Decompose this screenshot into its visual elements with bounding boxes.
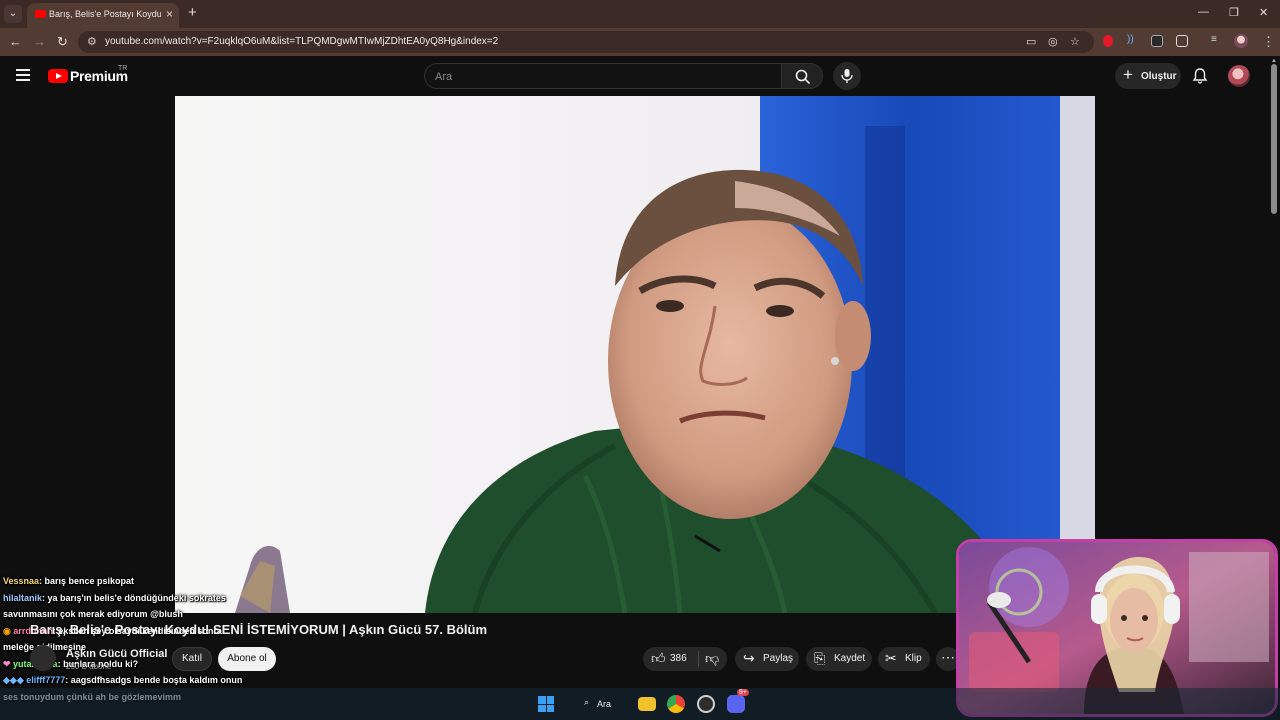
join-button[interactable]: Katıl xyxy=(172,647,212,671)
chat-username: elifff7777 xyxy=(26,675,66,685)
chrome-icon[interactable] xyxy=(667,695,685,713)
channel-avatar[interactable] xyxy=(30,645,56,671)
create-button[interactable]: + Oluştur xyxy=(1115,63,1181,89)
video-title: Barış, Belis'e Postayı Koydu! SENİ İSTEM… xyxy=(30,622,488,637)
save-button[interactable]: ⎘ Kaydet xyxy=(806,647,872,671)
notifications-bell-icon[interactable] xyxy=(1192,67,1208,85)
region-code: TR xyxy=(118,65,128,72)
sub-badge-icon: ◆◆◆ xyxy=(3,675,27,685)
scissors-icon: ✂ xyxy=(885,650,897,666)
share-button[interactable]: ↪ Paylaş xyxy=(735,647,799,671)
reading-list-icon[interactable]: ≡ xyxy=(1211,34,1223,46)
browser-tab-strip: ⌄ Barış, Belis'e Postayı Koydu! SENİ × +… xyxy=(0,0,1280,28)
chat-text: : barış bence psikopat xyxy=(39,576,135,586)
discord-badge: 9+ xyxy=(737,689,749,696)
like-count[interactable]: 386 xyxy=(670,653,687,664)
browser-menu-icon[interactable]: ⋮ xyxy=(1262,34,1275,50)
youtube-logo-icon[interactable] xyxy=(48,69,68,83)
close-tab-icon[interactable]: × xyxy=(166,7,173,21)
taskbar-search-label: Ara xyxy=(597,699,612,709)
like-dislike-group: 👍︎ 386 👎︎ xyxy=(643,647,727,671)
url-text[interactable]: youtube.com/watch?v=F2uqklqO6uM&list=TLP… xyxy=(105,36,498,47)
save-label: Kaydet xyxy=(834,653,866,664)
chat-message: hilaltanik: ya barış'ın belis'e döndüğün… xyxy=(3,590,243,623)
search-icon: ⌕ xyxy=(584,697,590,707)
like-divider xyxy=(698,651,699,667)
chat-message: Vessnaa: barış bence psikopat xyxy=(3,573,243,590)
restore-icon[interactable]: ❐ xyxy=(1229,6,1239,19)
extension-square-icon[interactable] xyxy=(1151,35,1163,47)
forward-icon[interactable]: → xyxy=(33,34,46,49)
more-horizontal-icon: ⋯ xyxy=(941,649,955,665)
start-button-windows-icon[interactable] xyxy=(538,696,554,712)
account-avatar[interactable] xyxy=(1228,65,1250,87)
badge-icon: ◉ xyxy=(3,625,14,636)
search-icon xyxy=(795,69,811,85)
site-info-icon[interactable]: ⚙ xyxy=(87,35,97,48)
share-arrow-icon: ↪ xyxy=(743,650,755,666)
browser-tab[interactable]: Barış, Belis'e Postayı Koydu! SENİ × xyxy=(27,3,179,28)
plus-icon: + xyxy=(1123,65,1133,84)
tab-search-chevron-icon[interactable]: ⌄ xyxy=(4,5,22,23)
search-box[interactable] xyxy=(424,63,782,89)
browser-toolbar: ← → ↻ ⚙ youtube.com/watch?v=F2uqklqO6uM&… xyxy=(0,28,1280,56)
profile-avatar-icon[interactable] xyxy=(1234,34,1248,48)
bookmark-icon: ⎘ xyxy=(814,650,826,666)
heart-badge-icon: ❤ xyxy=(3,658,14,669)
share-label: Paylaş xyxy=(763,653,794,664)
discord-icon[interactable]: 9+ xyxy=(727,689,749,713)
voice-search-button[interactable] xyxy=(833,62,861,90)
file-explorer-icon[interactable] xyxy=(638,697,656,711)
address-bar[interactable]: ⚙ youtube.com/watch?v=F2uqklqO6uM&list=T… xyxy=(78,31,1094,53)
subscriber-count: 250 B abone xyxy=(66,662,112,671)
page-scrollbar[interactable] xyxy=(1271,64,1277,214)
subscribe-button[interactable]: Abone ol xyxy=(218,647,276,671)
extension-wave-icon[interactable]: )) xyxy=(1127,34,1139,46)
microphone-icon xyxy=(841,69,853,83)
reload-icon[interactable]: ↻ xyxy=(57,34,68,50)
clip-label: Klip xyxy=(905,653,922,664)
eye-off-icon[interactable]: ◎ xyxy=(1048,35,1058,48)
back-icon[interactable]: ← xyxy=(9,34,22,49)
video-player[interactable] xyxy=(175,96,1095,613)
extension-red-icon[interactable] xyxy=(1103,35,1113,47)
extensions-puzzle-icon[interactable] xyxy=(1176,35,1188,47)
chat-username: Vessnaa xyxy=(3,576,40,586)
browser-tab-title: Barış, Belis'e Postayı Koydu! SENİ xyxy=(49,9,161,19)
new-tab-icon[interactable]: + xyxy=(188,4,197,21)
chat-username: hilaltanik xyxy=(3,592,43,603)
youtube-favicon-icon xyxy=(35,10,46,18)
minimize-icon[interactable]: — xyxy=(1198,6,1209,18)
taskbar-search[interactable]: ⌕ Ara xyxy=(580,695,632,713)
menu-icon[interactable] xyxy=(16,69,30,81)
app-icon[interactable] xyxy=(697,695,715,713)
thumbs-up-icon[interactable]: 👍︎ xyxy=(651,650,666,667)
close-window-icon[interactable]: ✕ xyxy=(1259,6,1268,19)
create-label: Oluştur xyxy=(1141,71,1177,82)
video-frame-image xyxy=(175,96,1095,613)
channel-name[interactable]: Aşkın Gücü Official xyxy=(66,648,167,660)
clip-button[interactable]: ✂ Klip xyxy=(878,647,930,671)
install-app-icon[interactable]: ▭ xyxy=(1026,35,1036,48)
search-input[interactable] xyxy=(435,69,765,84)
live-chat-overlay: Vessnaa: barış bence psikopat hilaltanik… xyxy=(3,573,243,705)
youtube-header: Premium TR + Oluştur xyxy=(0,56,1280,96)
search-button[interactable] xyxy=(781,63,823,89)
thumbs-down-icon[interactable]: 👎︎ xyxy=(705,650,719,667)
windows-taskbar: ⌕ Ara 9+ xyxy=(0,688,1280,720)
bookmark-star-icon[interactable]: ☆ xyxy=(1070,35,1080,48)
